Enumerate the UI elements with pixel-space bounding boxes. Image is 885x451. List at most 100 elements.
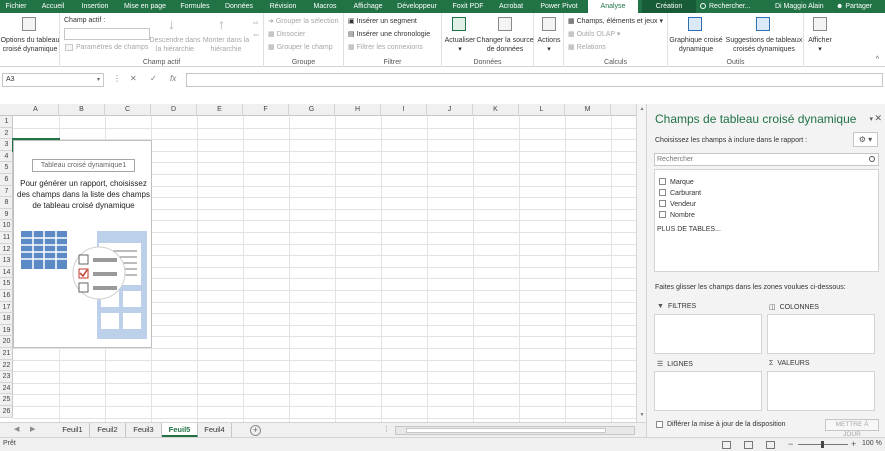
share-button[interactable]: ☻ Partager xyxy=(836,0,872,13)
drill-up-button[interactable]: Monter dans la hiérarchie xyxy=(200,36,252,54)
sheet-tab-feuil1[interactable]: Feuil1 xyxy=(56,423,90,437)
sheet-tab-feuil4[interactable]: Feuil4 xyxy=(198,423,232,437)
page-break-view-icon[interactable] xyxy=(766,441,775,449)
zoom-out-icon[interactable]: − xyxy=(788,439,793,449)
more-tables-link[interactable]: PLUS DE TABLES... xyxy=(657,226,721,233)
column-header-k[interactable]: K xyxy=(473,104,519,116)
refresh-button[interactable]: Actualiser ▾ xyxy=(442,36,478,54)
sheet-tab-feuil3[interactable]: Feuil3 xyxy=(126,423,162,437)
row-header-19[interactable]: 19 xyxy=(0,325,13,337)
sheet-tab-feuil5[interactable]: Feuil5 xyxy=(162,423,198,437)
tools-button[interactable]: ⚙ ▾ xyxy=(853,132,878,147)
ungroup-button[interactable]: ▦ Dissocier xyxy=(268,30,305,39)
field-item-carburant[interactable]: Carburant xyxy=(659,189,701,197)
column-header-e[interactable]: E xyxy=(197,104,243,116)
scroll-up-icon[interactable]: ▲ xyxy=(638,106,646,114)
change-source-button[interactable]: Changer la source de données xyxy=(476,36,534,54)
row-header-21[interactable]: 21 xyxy=(0,348,13,360)
tab-foxit-pdf[interactable]: Foxit PDF xyxy=(448,0,488,13)
row-header-9[interactable]: 9 xyxy=(0,209,13,221)
pivot-options-button[interactable]: Options du tableau croisé dynamique xyxy=(0,36,60,54)
row-header-7[interactable]: 7 xyxy=(0,186,13,198)
tab-insert[interactable]: Insertion xyxy=(76,0,114,13)
field-item-marque[interactable]: Marque xyxy=(659,178,694,186)
field-checkbox[interactable] xyxy=(659,178,666,185)
area-filters[interactable] xyxy=(654,314,762,354)
name-box[interactable]: A3 ▾ xyxy=(2,73,104,87)
fields-items-sets-button[interactable]: ▦ Champs, éléments et jeux ▾ xyxy=(568,17,663,26)
column-header-j[interactable]: J xyxy=(427,104,473,116)
row-header-5[interactable]: 5 xyxy=(0,162,13,174)
row-header-10[interactable]: 10 xyxy=(0,220,13,232)
drill-down-button[interactable]: Descendre dans la hiérarchie xyxy=(148,36,202,54)
zoom-level[interactable]: 100 % xyxy=(862,440,882,447)
cancel-icon[interactable]: ✕ xyxy=(130,74,137,83)
tab-acrobat[interactable]: Acrobat xyxy=(494,0,528,13)
row-header-1[interactable]: 1 xyxy=(0,116,13,128)
row-header-24[interactable]: 24 xyxy=(0,383,13,395)
row-header-11[interactable]: 11 xyxy=(0,232,13,244)
pivot-table-placeholder[interactable]: Tableau croisé dynamique1 Pour générer u… xyxy=(13,140,152,348)
area-rows[interactable] xyxy=(654,371,762,411)
row-header-6[interactable]: 6 xyxy=(0,174,13,186)
pane-options-icon[interactable]: ▾ xyxy=(869,115,873,123)
formula-input[interactable] xyxy=(186,73,883,87)
active-field-input[interactable] xyxy=(64,28,150,40)
tab-power-pivot[interactable]: Power Pivot xyxy=(534,0,584,13)
column-header-a[interactable]: A xyxy=(13,104,59,116)
defer-update-checkbox[interactable] xyxy=(656,421,663,428)
recommended-pivot-button[interactable]: Suggestions de tableaux croisés dynamiqu… xyxy=(724,36,804,54)
row-header-23[interactable]: 23 xyxy=(0,371,13,383)
row-header-26[interactable]: 26 xyxy=(0,406,13,418)
row-header-14[interactable]: 14 xyxy=(0,267,13,279)
olap-tools-button[interactable]: ▦ Outils OLAP ▾ xyxy=(568,30,620,39)
show-button[interactable]: Afficher ▾ xyxy=(804,36,836,54)
tab-formulas[interactable]: Formules xyxy=(176,0,214,13)
filter-connections-button[interactable]: ▦ Filtrer les connexions xyxy=(348,43,423,52)
zoom-slider-thumb[interactable] xyxy=(821,441,824,448)
insert-function-icon[interactable]: fx xyxy=(170,74,176,83)
vertical-scrollbar[interactable]: ▲ ▼ xyxy=(636,104,646,422)
relationships-button[interactable]: ▦ Relations xyxy=(568,43,606,52)
insert-slicer-button[interactable]: ▣ Insérer un segment xyxy=(348,17,417,26)
row-header-18[interactable]: 18 xyxy=(0,313,13,325)
area-values[interactable] xyxy=(767,371,875,411)
tell-me-box[interactable]: Rechercher... xyxy=(700,0,751,13)
pivotchart-button[interactable]: Graphique croisé dynamique xyxy=(668,36,724,54)
column-header-m[interactable]: M xyxy=(565,104,611,116)
tab-design[interactable]: Création xyxy=(642,0,696,13)
tab-view[interactable]: Affichage xyxy=(346,0,390,13)
field-settings-button[interactable]: Paramètres de champs xyxy=(76,43,148,52)
next-sheet-icon[interactable]: ▶ xyxy=(30,425,35,433)
tab-file[interactable]: Fichier xyxy=(0,0,32,13)
row-header-20[interactable]: 20 xyxy=(0,336,13,348)
column-header-d[interactable]: D xyxy=(151,104,197,116)
column-header-b[interactable]: B xyxy=(59,104,105,116)
expand-field-icon[interactable]: ⇨ xyxy=(253,19,259,27)
normal-view-icon[interactable] xyxy=(722,441,731,449)
row-header-13[interactable]: 13 xyxy=(0,255,13,267)
column-header-l[interactable]: L xyxy=(519,104,565,116)
row-header-25[interactable]: 25 xyxy=(0,394,13,406)
horizontal-scrollbar[interactable] xyxy=(395,426,635,435)
row-header-4[interactable]: 4 xyxy=(0,151,13,163)
page-layout-view-icon[interactable] xyxy=(744,441,753,449)
add-sheet-icon[interactable]: + xyxy=(250,425,261,436)
zoom-in-icon[interactable]: + xyxy=(851,439,856,449)
row-header-17[interactable]: 17 xyxy=(0,302,13,314)
column-header-g[interactable]: G xyxy=(289,104,335,116)
group-selection-button[interactable]: ➜ Grouper la sélection xyxy=(268,17,338,26)
row-header-22[interactable]: 22 xyxy=(0,360,13,372)
field-search-input[interactable]: Rechercher xyxy=(654,153,879,166)
row-header-16[interactable]: 16 xyxy=(0,290,13,302)
field-checkbox[interactable] xyxy=(659,200,666,207)
user-name[interactable]: Di Maggio Alain xyxy=(775,0,824,13)
prev-sheet-icon[interactable]: ◀ xyxy=(14,425,19,433)
column-header-f[interactable]: F xyxy=(243,104,289,116)
row-header-15[interactable]: 15 xyxy=(0,278,13,290)
tab-data[interactable]: Données xyxy=(220,0,258,13)
group-field-button[interactable]: ▦ Grouper le champ xyxy=(268,43,333,52)
area-columns[interactable] xyxy=(767,314,875,354)
column-header-i[interactable]: I xyxy=(381,104,427,116)
close-icon[interactable]: ✕ xyxy=(874,113,882,124)
